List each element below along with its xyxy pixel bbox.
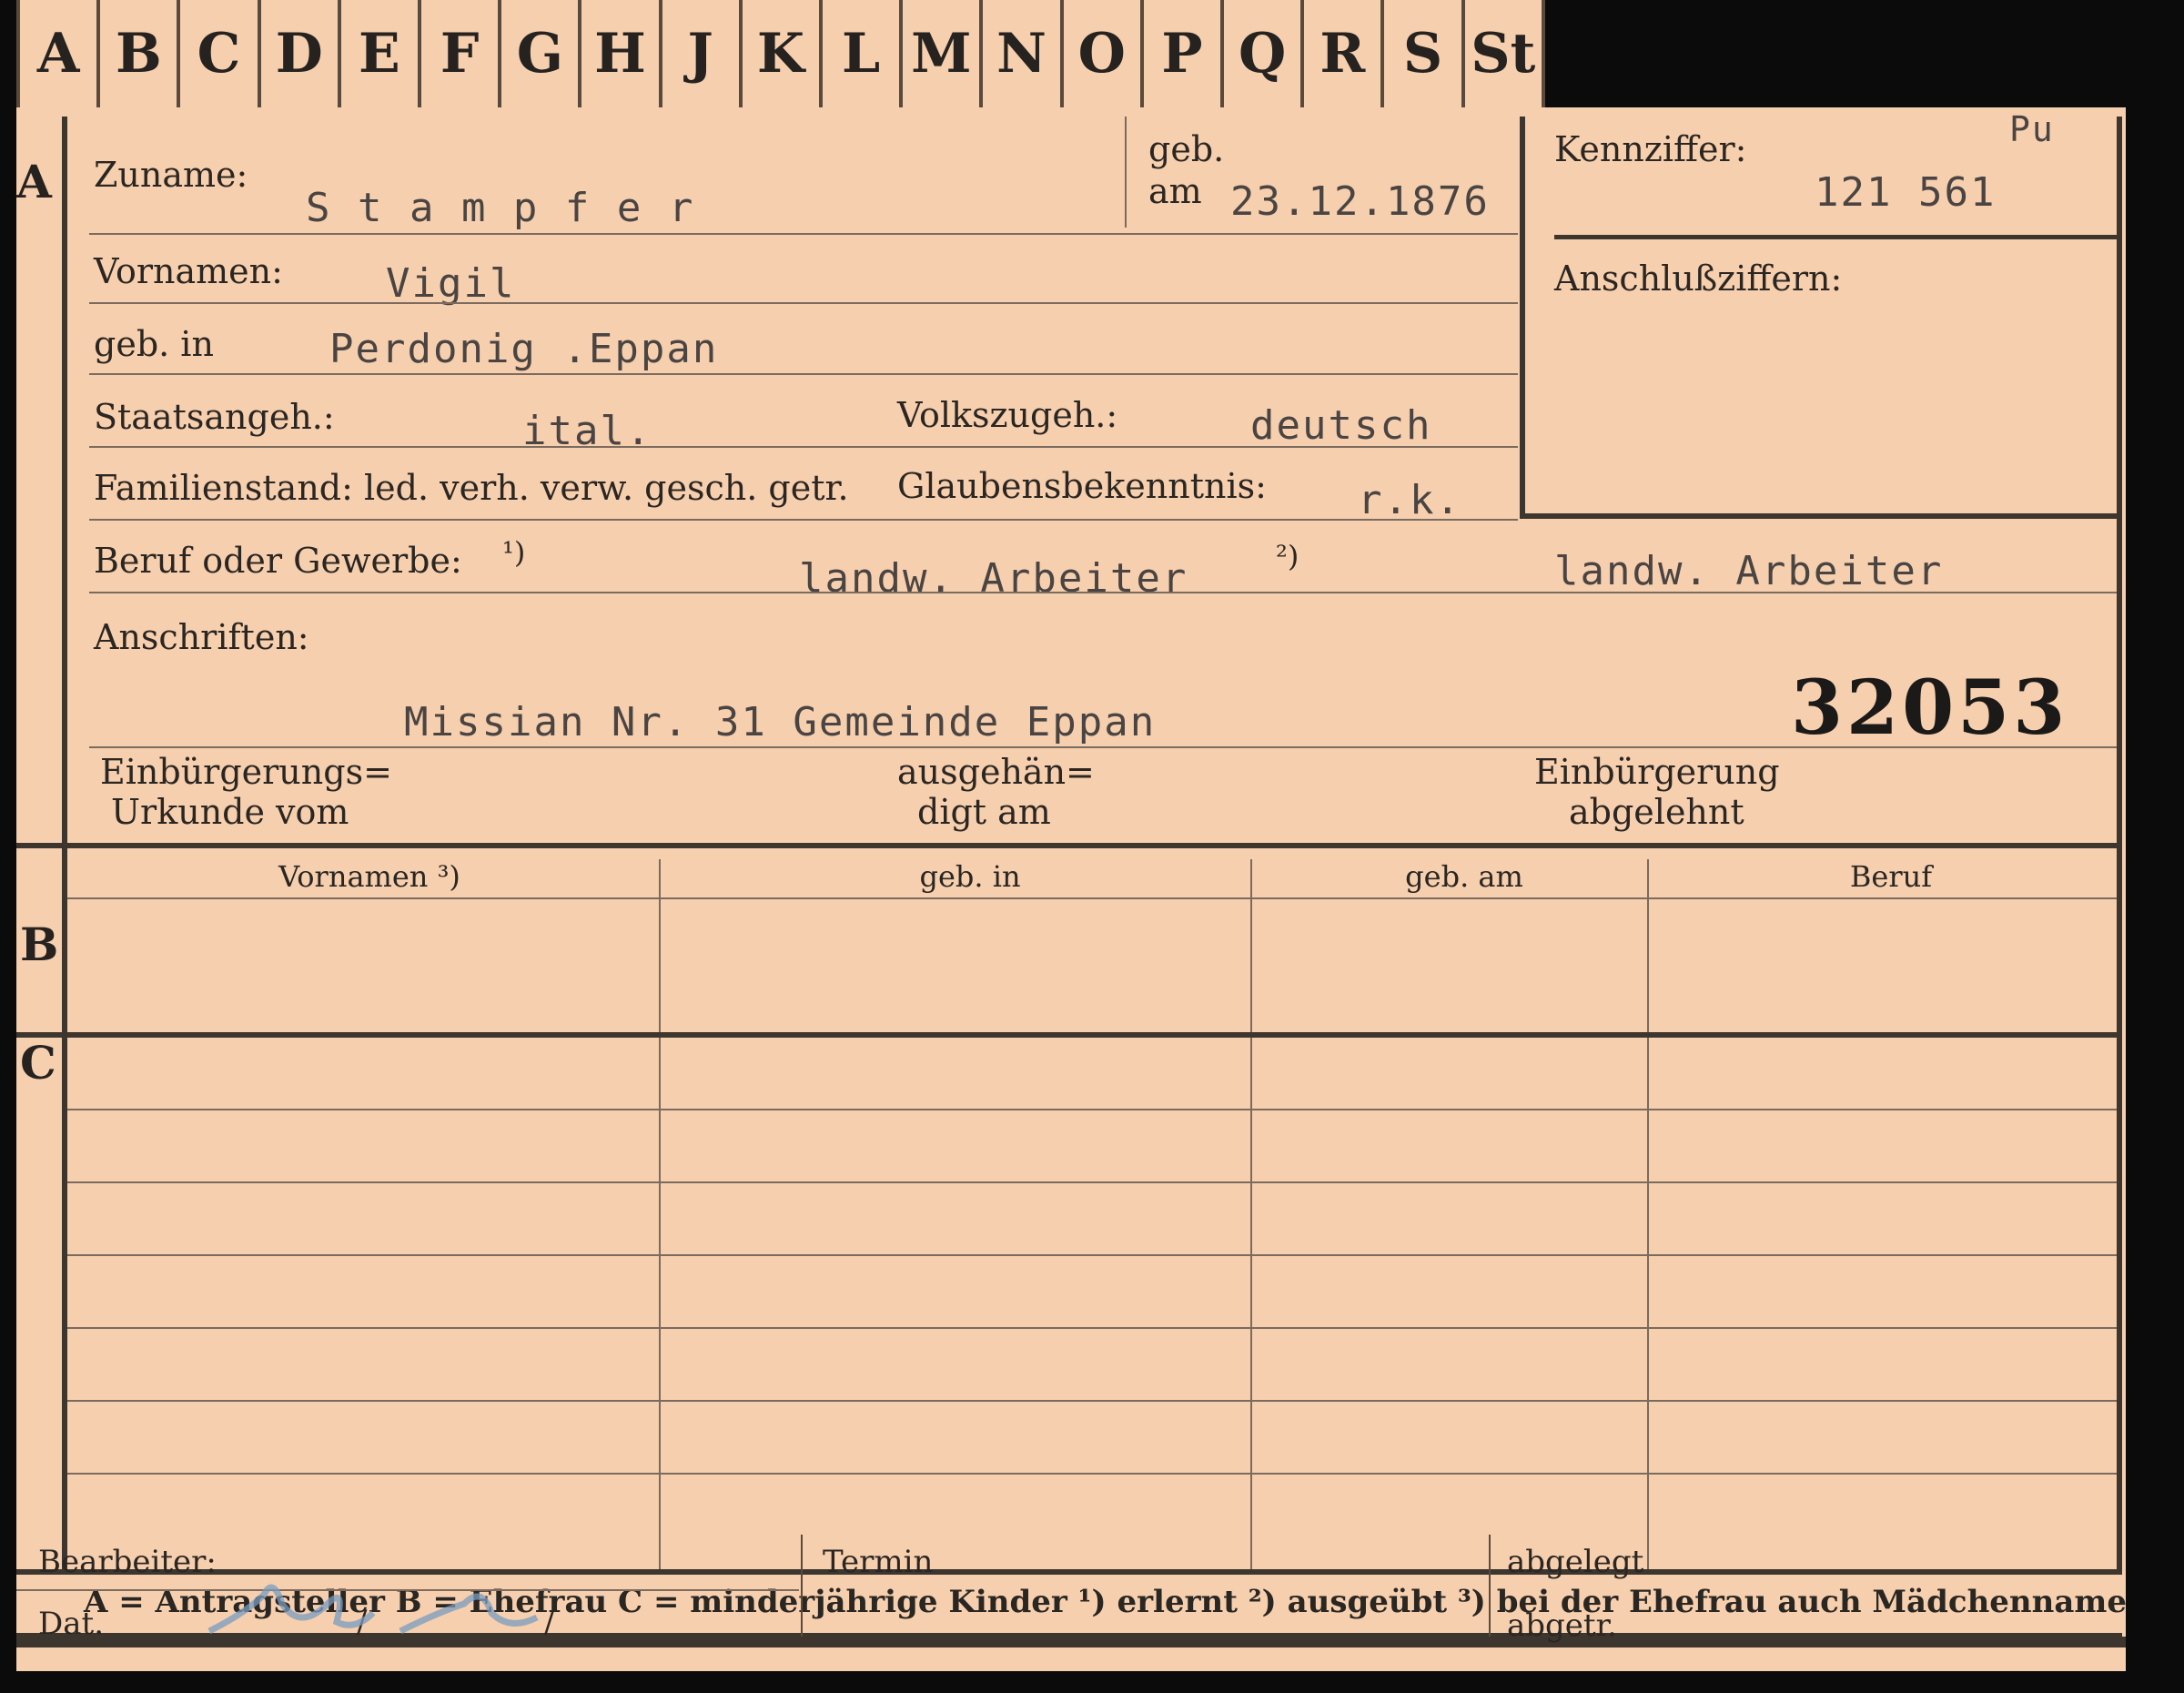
table-row-line <box>67 1109 2117 1110</box>
alphabet-tab[interactable]: Q <box>1224 0 1305 107</box>
table-row-line <box>67 1327 2117 1329</box>
kennziffer-value: 121 561 <box>1815 169 1997 216</box>
table-row-line <box>67 1473 2117 1475</box>
naturalization-cert-label-2: Urkunde vom <box>111 792 349 832</box>
section-letter-b: B <box>20 917 59 971</box>
row-line <box>89 446 1518 448</box>
section-b-top-rule <box>16 843 2122 848</box>
anschluss-label: Anschlußziffern: <box>1554 259 1843 299</box>
alphabet-tab[interactable]: St <box>1465 0 1545 107</box>
alphabet-tab[interactable]: M <box>903 0 984 107</box>
section-a-left-rule <box>62 117 67 845</box>
profession-learned-value: landw. Arbeiter <box>799 555 1188 602</box>
born-label-2: am <box>1148 171 1202 211</box>
section-bc-left-rule <box>62 843 67 1571</box>
table-col-divider <box>659 859 661 1571</box>
processor-label: Bearbeiter: <box>38 1544 217 1580</box>
alphabet-tab-strip: A B C D E F G H J K L M N O P Q R S St <box>16 0 1545 110</box>
id-box-bottom-rule <box>1520 513 2122 519</box>
alphabet-tab[interactable]: O <box>1064 0 1144 107</box>
handed-out-label-1: ausgehän= <box>897 752 1095 792</box>
birth-date-value: 23.12.1876 <box>1230 178 1490 225</box>
ethnicity-label: Volkszugeh.: <box>897 395 1118 435</box>
alphabet-tab[interactable]: A <box>16 0 101 107</box>
kennziffer-label: Kennziffer: <box>1554 129 1747 169</box>
row-line <box>89 746 2117 748</box>
row-line <box>89 302 1518 304</box>
footer-divider <box>1489 1535 1491 1637</box>
table-header-line <box>67 897 2117 899</box>
handwritten-date-marks <box>207 1584 539 1635</box>
naturalization-refused-label-2: abgelehnt <box>1569 792 1744 832</box>
alphabet-tab[interactable]: J <box>662 0 743 107</box>
table-row-line <box>67 1400 2117 1402</box>
given-names-value: Vigil <box>386 260 516 307</box>
surname-label: Zuname: <box>94 155 248 195</box>
col-header-profession: Beruf <box>1849 859 1933 894</box>
born-date-divider <box>1125 117 1127 228</box>
ethnicity-value: deutsch <box>1250 402 1432 449</box>
alphabet-tab[interactable]: R <box>1304 0 1385 107</box>
kennziffer-prefix: Pu <box>2009 109 2055 149</box>
date-label: Dat. <box>38 1606 105 1642</box>
section-letter-c: C <box>20 1036 56 1090</box>
section-letter-a: A <box>16 155 52 208</box>
surname-value: S t a m p f e r <box>306 185 695 231</box>
col-header-birthplace: geb. in <box>919 859 1021 894</box>
section-c-top-rule <box>16 1032 2122 1038</box>
row-line <box>89 373 1518 375</box>
alphabet-tab[interactable]: F <box>421 0 502 107</box>
table-col-divider <box>1647 859 1649 1571</box>
row-line <box>89 592 2117 593</box>
religion-value: r.k. <box>1358 477 1461 523</box>
profession-practiced-value: landw. Arbeiter <box>1554 548 1944 594</box>
address-value: Missian Nr. 31 Gemeinde Eppan <box>404 699 1157 745</box>
alphabet-tab[interactable]: N <box>983 0 1064 107</box>
alphabet-tab[interactable]: G <box>501 0 582 107</box>
file-number: 32053 <box>1791 664 2069 752</box>
citizenship-label: Staatsangeh.: <box>94 397 335 437</box>
alphabet-tab[interactable]: B <box>100 0 181 107</box>
birthplace-label: geb. in <box>94 324 214 364</box>
religion-label: Glaubensbekenntnis: <box>897 466 1267 506</box>
profession-note-1: ¹) <box>502 535 526 570</box>
deadline-label: Termin <box>823 1544 934 1580</box>
col-header-given-names: Vornamen ³) <box>278 859 460 894</box>
given-names-label: Vornamen: <box>94 251 283 291</box>
alphabet-tab[interactable]: C <box>180 0 261 107</box>
table-row-line <box>67 1181 2117 1183</box>
naturalization-refused-label-1: Einbürgerung <box>1534 752 1780 792</box>
footer-divider <box>801 1535 803 1637</box>
profession-note-2: ²) <box>1276 539 1299 573</box>
table-col-divider <box>1250 859 1252 1571</box>
handed-out-label-2: digt am <box>917 792 1051 832</box>
alphabet-tab[interactable]: H <box>581 0 662 107</box>
alphabet-tab[interactable]: D <box>261 0 341 107</box>
family-status-label: Familienstand: led. verh. verw. gesch. g… <box>94 468 849 508</box>
address-label: Anschriften: <box>94 617 309 657</box>
row-line <box>89 519 1518 521</box>
alphabet-tab[interactable]: E <box>341 0 422 107</box>
row-line <box>89 233 1518 235</box>
registration-card: A Zuname: S t a m p f e r geb. am 23.12.… <box>16 107 2127 1671</box>
alphabet-tab[interactable]: L <box>823 0 904 107</box>
birthplace-value: Perdonig .Eppan <box>329 326 719 372</box>
profession-label: Beruf oder Gewerbe: <box>94 541 462 581</box>
id-box-left-rule <box>1520 117 1525 519</box>
kennziffer-divider <box>1554 235 2117 239</box>
alphabet-tab[interactable]: P <box>1144 0 1225 107</box>
naturalization-cert-label-1: Einbürgerungs= <box>100 752 392 792</box>
alphabet-tab[interactable]: K <box>743 0 824 107</box>
col-header-birth-date: geb. am <box>1405 859 1523 894</box>
born-label-1: geb. <box>1148 129 1225 169</box>
alphabet-tab[interactable]: S <box>1384 0 1465 107</box>
filed-label: abgelegt <box>1507 1544 1644 1580</box>
removed-label: abgetr. <box>1507 1607 1617 1644</box>
table-row-line <box>67 1254 2117 1256</box>
